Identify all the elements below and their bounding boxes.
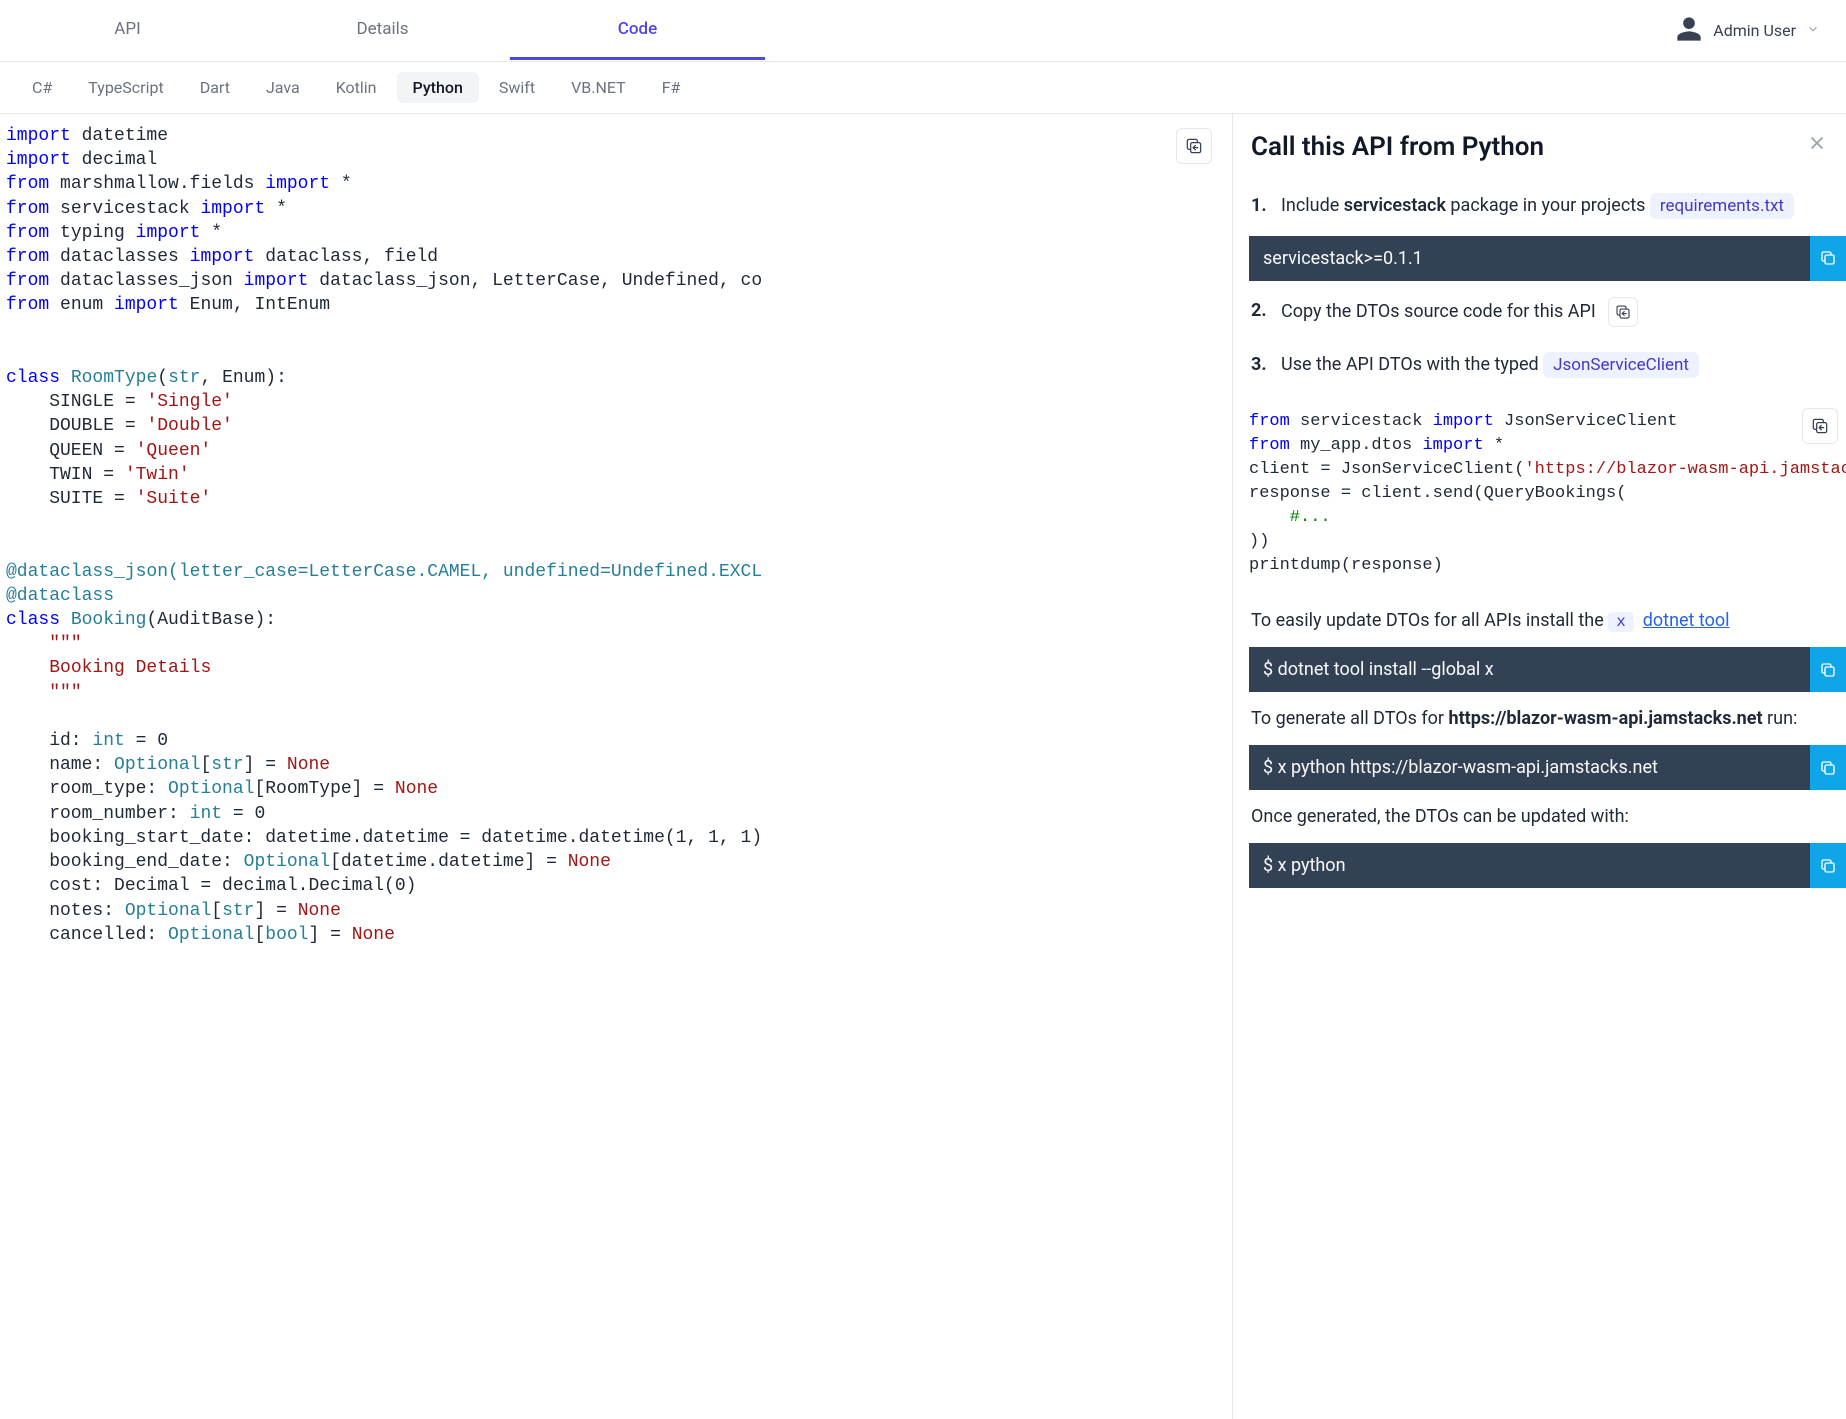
close-panel-button[interactable]	[1806, 132, 1828, 158]
user-menu[interactable]: Admin User	[1675, 15, 1846, 47]
tab-code[interactable]: Code	[510, 1, 765, 60]
lang-tab-java[interactable]: Java	[250, 72, 316, 103]
lang-tab-swift[interactable]: Swift	[483, 72, 551, 103]
step-1: 1. Include servicestack package in your …	[1233, 180, 1846, 232]
step-2: 2. Copy the DTOs source code for this AP…	[1233, 285, 1846, 339]
lang-tab-csharp[interactable]: C#	[16, 72, 68, 103]
top-nav: API Details Code Admin User	[0, 0, 1846, 62]
user-name: Admin User	[1713, 21, 1796, 40]
json-service-client-pill[interactable]: JsonServiceClient	[1543, 352, 1699, 378]
lang-tab-python[interactable]: Python	[397, 72, 479, 103]
chevron-down-icon	[1806, 21, 1820, 40]
api-url: https://blazor-wasm-api.jamstacks.net	[1448, 708, 1762, 729]
copy-command-button[interactable]	[1810, 647, 1846, 692]
step-number: 3.	[1251, 354, 1267, 375]
x-tool-pill: x	[1608, 612, 1634, 632]
install-note: To easily update DTOs for all APIs insta…	[1233, 598, 1846, 643]
step-3: 3. Use the API DTOs with the typed JsonS…	[1233, 339, 1846, 391]
step-number: 1.	[1251, 195, 1267, 216]
main-content: import datetime import decimal from mars…	[0, 114, 1846, 1419]
command-text[interactable]: $ dotnet tool install --global x	[1249, 647, 1810, 692]
lang-tab-typescript[interactable]: TypeScript	[72, 72, 179, 103]
note-text: To generate all DTOs for	[1251, 708, 1448, 729]
copy-dtos-button[interactable]	[1608, 297, 1638, 327]
command-block: servicestack>=0.1.1	[1249, 236, 1846, 281]
copy-example-button[interactable]	[1802, 408, 1838, 444]
note-text: To easily update DTOs for all APIs insta…	[1251, 610, 1608, 631]
command-block: $ x python https://blazor-wasm-api.jamst…	[1249, 745, 1846, 790]
tab-details[interactable]: Details	[255, 1, 510, 60]
step-text: package in your projects	[1446, 195, 1650, 216]
panel-title: Call this API from Python	[1251, 132, 1544, 162]
lang-tab-fsharp[interactable]: F#	[646, 72, 697, 103]
lang-tab-vbnet[interactable]: VB.NET	[555, 72, 642, 103]
command-text[interactable]: $ x python https://blazor-wasm-api.jamst…	[1249, 745, 1810, 790]
top-tab-group: API Details Code	[0, 1, 1675, 60]
language-tabs: C# TypeScript Dart Java Kotlin Python Sw…	[0, 62, 1846, 114]
lang-tab-dart[interactable]: Dart	[184, 72, 246, 103]
update-note: Once generated, the DTOs can be updated …	[1233, 794, 1846, 839]
dotnet-tool-link[interactable]: dotnet tool	[1643, 610, 1730, 631]
step-text: Include	[1281, 195, 1344, 216]
step-package-name: servicestack	[1344, 195, 1446, 216]
example-code[interactable]: from servicestack import JsonServiceClie…	[1249, 410, 1846, 578]
command-block: $ dotnet tool install --global x	[1249, 647, 1846, 692]
copy-code-button[interactable]	[1176, 128, 1212, 164]
command-block: $ x python	[1249, 843, 1846, 888]
copy-command-button[interactable]	[1810, 236, 1846, 281]
lang-tab-kotlin[interactable]: Kotlin	[320, 72, 393, 103]
command-text[interactable]: $ x python	[1249, 843, 1810, 888]
copy-command-button[interactable]	[1810, 843, 1846, 888]
dto-code[interactable]: import datetime import decimal from mars…	[6, 124, 1226, 947]
command-text[interactable]: servicestack>=0.1.1	[1249, 236, 1810, 281]
copy-command-button[interactable]	[1810, 745, 1846, 790]
step-text: Copy the DTOs source code for this API	[1281, 300, 1596, 321]
requirements-pill[interactable]: requirements.txt	[1650, 193, 1794, 219]
example-code-block: from servicestack import JsonServiceClie…	[1249, 400, 1846, 588]
note-text: run:	[1763, 708, 1798, 729]
step-number: 2.	[1251, 300, 1267, 321]
step-text: Use the API DTOs with the typed	[1281, 354, 1543, 375]
code-pane: import datetime import decimal from mars…	[0, 114, 1232, 1419]
generate-note: To generate all DTOs for https://blazor-…	[1233, 696, 1846, 741]
instructions-panel: Call this API from Python 1. Include ser…	[1232, 114, 1846, 1419]
avatar-icon	[1675, 15, 1703, 47]
tab-api[interactable]: API	[0, 1, 255, 60]
